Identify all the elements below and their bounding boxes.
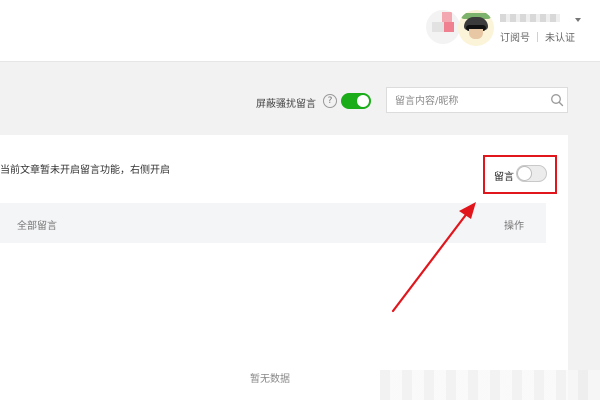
avatar-pixel [442, 12, 452, 22]
message-toggle[interactable] [516, 165, 547, 182]
message-toggle-highlight: 留言 [483, 155, 557, 194]
avatar-pixel [444, 22, 454, 32]
user-avatar[interactable] [458, 10, 494, 46]
message-toggle-label: 留言 [494, 172, 514, 183]
help-icon[interactable]: ? [323, 94, 337, 108]
account-avatar[interactable] [426, 10, 460, 44]
empty-state-text: 暂无数据 [250, 374, 290, 385]
block-harassment-label: 屏蔽骚扰留言 [256, 99, 316, 110]
subscription-type-label: 订阅号 [500, 33, 530, 44]
search-box [386, 87, 568, 113]
watermark-blur [380, 370, 600, 400]
account-name-blurred[interactable] [500, 14, 560, 22]
table-header: 全部留言 操作 [0, 203, 546, 243]
comments-card: 当前文章暂未开启留言功能，右侧开启 留言 全部留言 操作 暂无数据 [0, 135, 568, 400]
verification-status-link[interactable]: 未认证 [545, 29, 575, 44]
action-header: 操作 [504, 221, 524, 232]
comments-disabled-notice: 当前文章暂未开启留言功能，右侧开启 [0, 165, 170, 176]
account-meta: 订阅号 未认证 [500, 29, 575, 44]
avatar-pixel [432, 22, 444, 32]
toggle-knob [357, 95, 369, 107]
avatar-face [469, 29, 483, 39]
search-input[interactable] [393, 91, 547, 111]
toggle-knob [518, 167, 531, 180]
top-header: 订阅号 未认证 [0, 0, 600, 62]
divider [537, 32, 538, 42]
block-harassment-toggle[interactable] [341, 93, 371, 109]
search-icon[interactable] [550, 93, 564, 107]
all-comments-header: 全部留言 [17, 221, 57, 232]
chevron-down-icon[interactable] [575, 18, 581, 22]
